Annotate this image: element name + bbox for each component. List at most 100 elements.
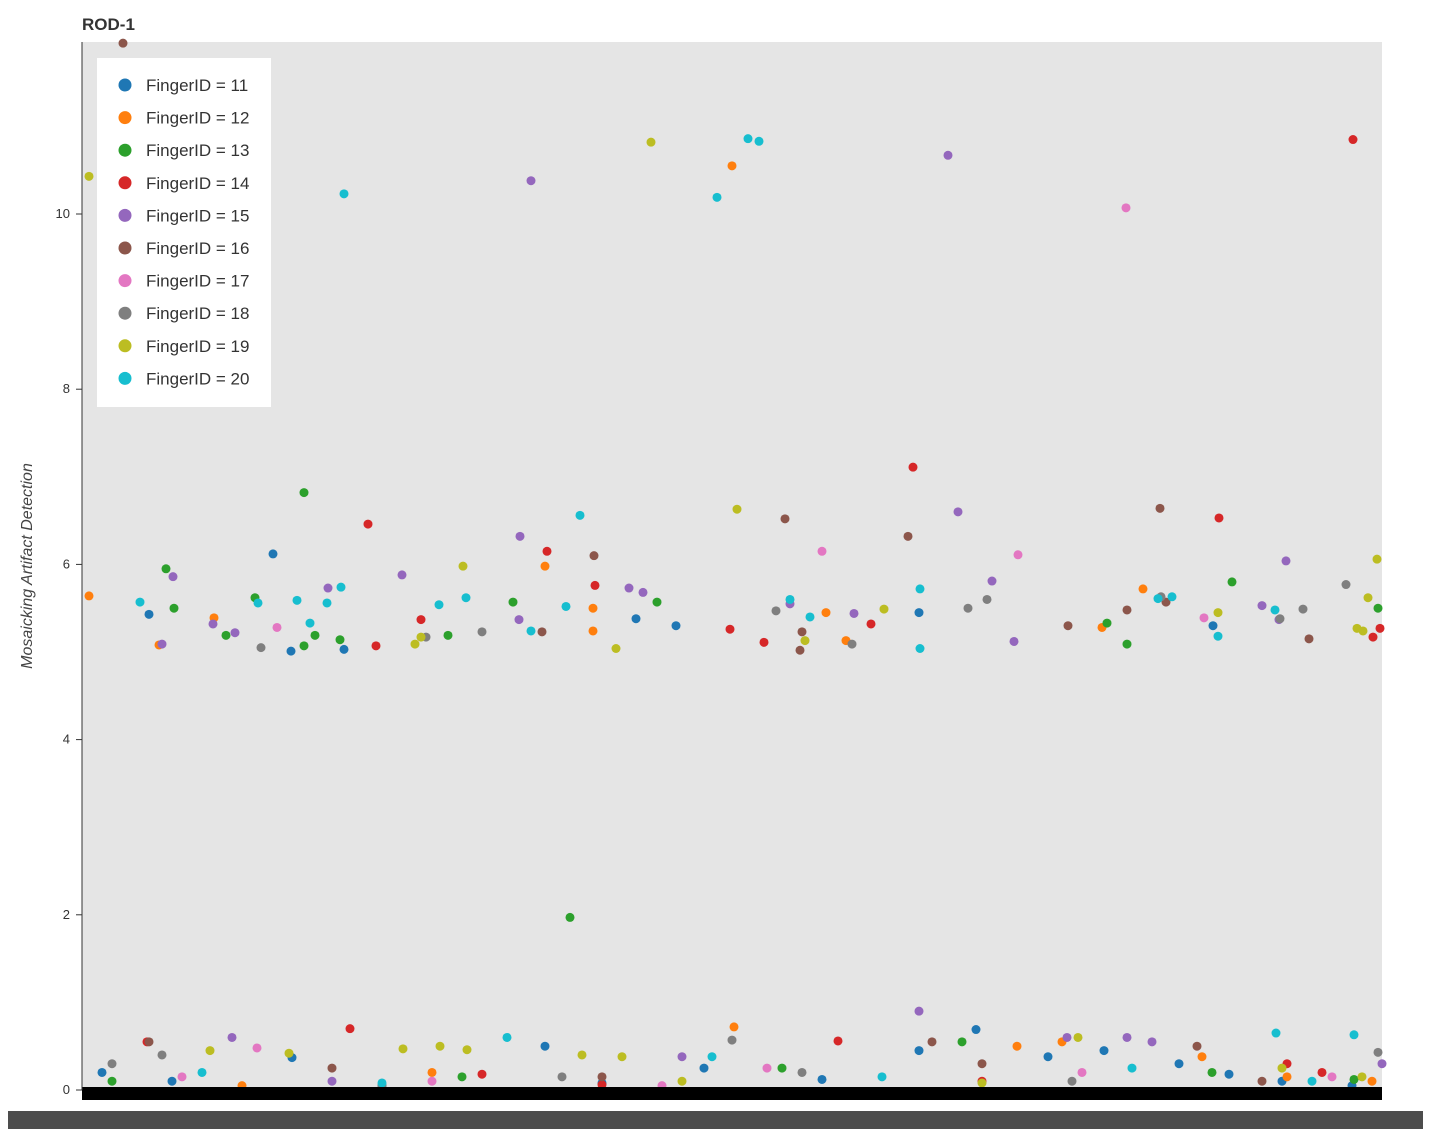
data-point	[1214, 513, 1224, 523]
data-point	[914, 1046, 924, 1056]
data-point	[561, 601, 571, 611]
data-point	[914, 1006, 924, 1016]
legend-marker	[118, 339, 132, 353]
data-point	[762, 1063, 772, 1073]
data-point	[1257, 1076, 1267, 1086]
data-point	[221, 630, 231, 640]
data-point	[305, 618, 315, 628]
data-point	[1199, 613, 1209, 623]
data-point	[416, 615, 426, 625]
data-point	[144, 609, 154, 619]
data-point	[168, 572, 178, 582]
data-point	[1358, 626, 1368, 636]
data-point	[927, 1037, 937, 1047]
data-point	[624, 583, 634, 593]
data-point	[589, 551, 599, 561]
data-point	[597, 1072, 607, 1082]
data-point	[299, 641, 309, 651]
data-point	[508, 597, 518, 607]
data-point	[617, 1052, 627, 1062]
data-point	[977, 1078, 987, 1088]
legend-marker	[118, 241, 132, 255]
data-point	[161, 564, 171, 574]
legend-marker	[118, 78, 132, 92]
data-point	[1012, 1041, 1022, 1051]
data-point	[588, 603, 598, 613]
data-point	[915, 643, 925, 653]
data-point	[677, 1052, 687, 1062]
data-point	[707, 1052, 717, 1062]
data-point	[915, 584, 925, 594]
data-point	[1013, 550, 1023, 560]
legend-label: FingerID = 15	[146, 206, 249, 225]
legend-label: FingerID = 12	[146, 109, 249, 128]
data-point	[339, 189, 349, 199]
data-point	[677, 1076, 687, 1086]
data-point	[205, 1046, 215, 1056]
data-point	[1147, 1037, 1157, 1047]
data-point	[107, 1076, 117, 1086]
data-point	[1067, 1076, 1077, 1086]
data-point	[795, 645, 805, 655]
data-point	[336, 582, 346, 592]
data-point	[1174, 1059, 1184, 1069]
data-point	[1197, 1052, 1207, 1062]
data-point	[977, 1059, 987, 1069]
data-point	[943, 150, 953, 160]
data-point	[1307, 1076, 1317, 1086]
legend-label: FingerID = 16	[146, 239, 249, 258]
data-point	[817, 546, 827, 556]
data-point	[540, 561, 550, 571]
y-tick-label: 10	[56, 206, 70, 221]
data-point	[416, 632, 426, 642]
data-point	[458, 561, 468, 571]
data-point	[461, 593, 471, 603]
data-point	[777, 1063, 787, 1073]
data-point	[542, 546, 552, 556]
data-point	[144, 1037, 154, 1047]
x-axis-bar	[82, 1087, 1382, 1100]
data-point	[1271, 1028, 1281, 1038]
data-point	[462, 1045, 472, 1055]
data-point	[1207, 1067, 1217, 1077]
data-point	[457, 1072, 467, 1082]
data-point	[575, 510, 585, 520]
data-point	[268, 549, 278, 559]
data-point	[84, 171, 94, 181]
data-point	[1341, 580, 1351, 590]
chart-title: ROD-1	[82, 15, 135, 34]
data-point	[1349, 1030, 1359, 1040]
data-point	[1227, 577, 1237, 587]
data-point	[908, 462, 918, 472]
data-point	[903, 531, 913, 541]
data-point	[785, 594, 795, 604]
data-point	[1304, 634, 1314, 644]
data-point	[877, 1072, 887, 1082]
legend-marker	[118, 111, 132, 125]
data-point	[817, 1074, 827, 1084]
data-point	[327, 1063, 337, 1073]
legend-marker	[118, 143, 132, 157]
data-point	[537, 627, 547, 637]
data-point	[1063, 621, 1073, 631]
data-point	[797, 627, 807, 637]
data-point	[118, 38, 128, 48]
data-point	[727, 161, 737, 171]
data-point	[557, 1072, 567, 1082]
data-point	[310, 630, 320, 640]
data-point	[322, 598, 332, 608]
data-point	[800, 636, 810, 646]
data-point	[780, 514, 790, 524]
data-point	[847, 639, 857, 649]
data-point	[1377, 1059, 1387, 1069]
data-point	[1208, 621, 1218, 631]
data-point	[256, 643, 266, 653]
data-point	[434, 600, 444, 610]
data-point	[743, 134, 753, 144]
data-point	[230, 628, 240, 638]
data-point	[286, 646, 296, 656]
data-point	[327, 1076, 337, 1086]
data-point	[1153, 594, 1163, 604]
data-point	[1009, 636, 1019, 646]
legend-marker	[118, 208, 132, 222]
